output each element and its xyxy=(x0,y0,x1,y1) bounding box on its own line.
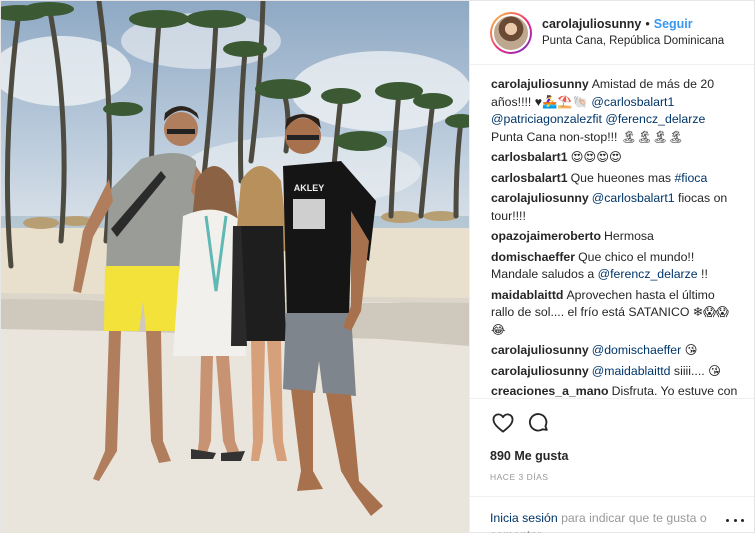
post-header: carolajuliosunny • Seguir Punta Cana, Re… xyxy=(470,1,754,65)
comment-username[interactable]: carlosbalart1 xyxy=(491,150,568,164)
comment-mention-link[interactable]: @carlosbalart1 xyxy=(591,95,674,109)
comment-button[interactable] xyxy=(526,410,552,436)
location-link[interactable]: Punta Cana, República Dominicana xyxy=(542,33,724,50)
like-button[interactable] xyxy=(490,410,516,436)
comment-text: Que hueones mas xyxy=(570,170,675,185)
login-link[interactable]: Inicia sesión xyxy=(490,511,558,525)
beach-photo-illustration: AKLEY xyxy=(1,1,469,533)
comment-username[interactable]: carolajuliosunny xyxy=(491,77,589,91)
username-link[interactable]: carolajuliosunny xyxy=(542,16,641,33)
comment-item: carlosbalart1 😍😍😍😍 xyxy=(491,149,738,167)
comment-item: carlosbalart1 Que hueones mas #fioca xyxy=(491,170,738,188)
comment-mention-link[interactable]: @patriciagonzalezfit xyxy=(491,112,602,126)
comment-item: maidablaittd Aprovechen hasta el último r… xyxy=(491,287,738,340)
comments-list[interactable]: carolajuliosunny Amistad de más de 20 año… xyxy=(470,65,754,398)
post-sidebar: carolajuliosunny • Seguir Punta Cana, Re… xyxy=(469,1,754,533)
comment-mention-link[interactable]: @ferencz_delarze xyxy=(598,267,698,281)
heart-icon xyxy=(492,412,514,433)
comment-item: domischaeffer Que chico el mundo!! Mandal… xyxy=(491,249,738,284)
comment-mention-link[interactable]: @carlosbalart1 xyxy=(592,191,675,205)
avatar-image xyxy=(492,13,530,52)
more-dot-icon xyxy=(741,518,744,522)
more-dot-icon xyxy=(726,518,729,522)
follow-button[interactable]: Seguir xyxy=(654,16,693,33)
comment-text: Disfruta. Yo estuve con xyxy=(611,384,738,398)
comment-username[interactable]: creaciones_a_mano xyxy=(491,384,609,398)
comment-text: 😘 xyxy=(681,343,698,357)
comment-text: 😍😍😍😍 xyxy=(570,150,622,164)
comment-text: siiii.... 😘 xyxy=(670,363,721,378)
post-photo[interactable]: AKLEY xyxy=(1,1,469,533)
header-separator: • xyxy=(645,16,650,31)
comment-username[interactable]: domischaeffer xyxy=(491,250,575,264)
svg-text:AKLEY: AKLEY xyxy=(294,183,325,193)
comment-item: carolajuliosunny @domischaeffer 😘 xyxy=(491,342,738,360)
header-text: carolajuliosunny • Seguir Punta Cana, Re… xyxy=(542,16,724,50)
comment-username[interactable]: opazojaimeroberto xyxy=(491,229,601,243)
comment-text: Hermosa xyxy=(604,229,654,243)
comment-text: !! xyxy=(697,267,708,281)
more-dot-icon xyxy=(733,518,737,522)
comment-mention-link[interactable]: #fioca xyxy=(674,171,707,185)
comment-username[interactable]: carlosbalart1 xyxy=(491,171,568,185)
comment-icon xyxy=(529,412,548,431)
comment-mention-link[interactable]: @ferencz_delarze xyxy=(605,112,705,126)
login-prompt: Inicia sesión para indicar que te gusta … xyxy=(470,496,754,533)
comment-username[interactable]: carolajuliosunny xyxy=(491,364,589,378)
avatar[interactable] xyxy=(490,11,532,54)
comment-username[interactable]: carolajuliosunny xyxy=(491,191,589,205)
comment-item: carolajuliosunny @maidablaittd siiii.... … xyxy=(491,363,738,381)
comment-item: carolajuliosunny Amistad de más de 20 año… xyxy=(491,76,738,146)
action-bar xyxy=(470,398,754,446)
comment-text: Punta Cana non-stop!!! 🏝🏝🏝🏝 xyxy=(491,129,684,144)
post-timestamp: HACE 3 DÍAS xyxy=(490,472,549,482)
comment-mention-link[interactable]: @maidablaittd xyxy=(592,364,671,378)
instagram-post: AKLEY carolajuliosunny • Seguir Punta Ca… xyxy=(0,0,755,533)
likes-count[interactable]: 890 Me gusta xyxy=(470,449,754,463)
comment-username[interactable]: maidablaittd xyxy=(491,288,563,302)
comment-item: creaciones_a_mano Disfruta. Yo estuve con xyxy=(491,383,738,398)
comment-username[interactable]: carolajuliosunny xyxy=(491,343,589,357)
comment-item: carolajuliosunny @carlosbalart1 fiocas on… xyxy=(491,190,738,225)
more-options-button[interactable] xyxy=(726,515,744,525)
header-user-line: carolajuliosunny • Seguir xyxy=(542,16,724,33)
comment-mention-link[interactable]: @domischaeffer xyxy=(592,343,682,357)
comment-item: opazojaimeroberto Hermosa xyxy=(491,228,738,246)
